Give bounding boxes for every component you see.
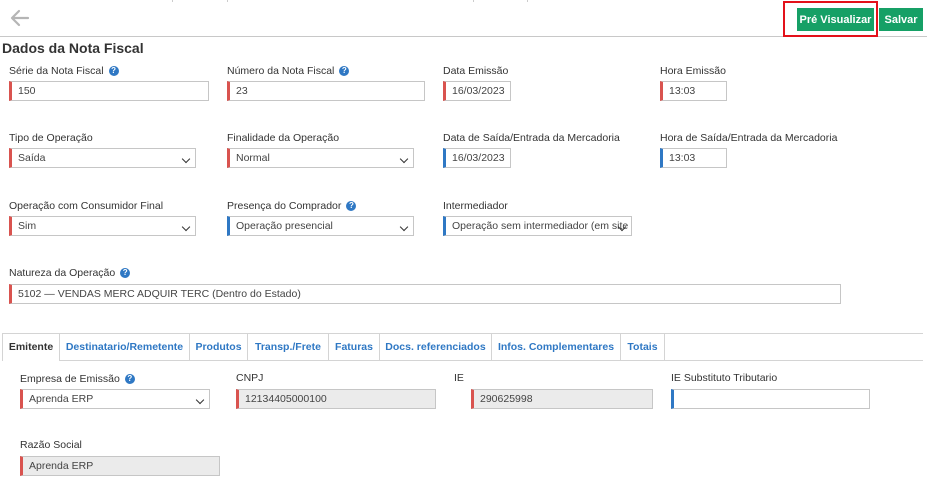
ie-input[interactable]: 290625998 — [471, 389, 653, 409]
chevron-down-icon — [399, 222, 409, 232]
chevron-down-icon — [399, 154, 409, 164]
empresa-label: Empresa de Emissão? — [20, 373, 135, 385]
save-button[interactable]: Salvar — [879, 8, 923, 31]
back-arrow-icon[interactable] — [8, 6, 32, 30]
tipo-operacao-select[interactable]: Saída — [9, 148, 196, 168]
chevron-down-icon — [195, 395, 205, 405]
numero-label: Número da Nota Fiscal? — [227, 65, 350, 77]
cnpj-label: CNPJ — [236, 372, 264, 384]
chevron-down-icon — [181, 154, 191, 164]
empresa-select[interactable]: Aprenda ERP — [20, 389, 210, 409]
ie-label: IE — [454, 372, 464, 384]
tipo-operacao-label: Tipo de Operação — [9, 132, 93, 144]
hora-saida-input[interactable]: 13:03 — [660, 148, 727, 168]
toolbar-divider — [172, 0, 173, 2]
help-icon[interactable]: ? — [339, 66, 350, 76]
finalidade-select[interactable]: Normal — [227, 148, 414, 168]
razao-social-input[interactable]: Aprenda ERP — [20, 456, 220, 476]
intermediador-select[interactable]: Operação sem intermediador (em site — [443, 216, 632, 236]
toolbar-divider — [473, 0, 474, 2]
serie-input[interactable]: 150 — [9, 81, 209, 101]
tab-docs-referenciados[interactable]: Docs. referenciados — [380, 334, 492, 360]
chevron-down-icon — [181, 222, 191, 232]
razao-social-label: Razão Social — [20, 439, 82, 451]
help-icon[interactable]: ? — [108, 66, 119, 76]
highlight-box — [783, 1, 878, 37]
tab-faturas[interactable]: Faturas — [329, 334, 380, 360]
consumidor-final-label: Operação com Consumidor Final — [9, 200, 164, 212]
hora-emissao-input[interactable]: 13:03 — [660, 81, 727, 101]
toolbar-divider — [527, 0, 528, 2]
page-title: Dados da Nota Fiscal — [2, 40, 144, 56]
tab-infos-complementares[interactable]: Infos. Complementares — [492, 334, 621, 360]
presenca-select[interactable]: Operação presencial — [227, 216, 414, 236]
help-icon[interactable]: ? — [346, 201, 357, 211]
toolbar-divider — [227, 0, 228, 2]
serie-label: Série da Nota Fiscal? — [9, 65, 119, 77]
hora-saida-label: Hora de Saída/Entrada da Mercadoria — [660, 132, 838, 144]
tab-totais[interactable]: Totais — [621, 334, 665, 360]
consumidor-final-select[interactable]: Sim — [9, 216, 196, 236]
ie-st-input[interactable] — [671, 389, 870, 409]
tab-destinatario[interactable]: Destinatario/Remetente — [60, 334, 190, 360]
tab-produtos[interactable]: Produtos — [190, 334, 248, 360]
help-icon[interactable]: ? — [120, 268, 131, 278]
help-icon[interactable]: ? — [124, 374, 135, 384]
finalidade-label: Finalidade da Operação — [227, 132, 340, 144]
numero-input[interactable]: 23 — [227, 81, 425, 101]
data-emissao-label: Data Emissão — [443, 65, 509, 77]
data-emissao-input[interactable]: 16/03/2023 — [443, 81, 511, 101]
ie-st-label: IE Substituto Tributario — [671, 372, 778, 384]
tab-transp-frete[interactable]: Transp./Frete — [248, 334, 329, 360]
data-saida-label: Data de Saída/Entrada da Mercadoria — [443, 132, 620, 144]
cnpj-input[interactable]: 12134405000100 — [236, 389, 436, 409]
natureza-input[interactable]: 5102 — VENDAS MERC ADQUIR TERC (Dentro d… — [9, 284, 841, 304]
tab-emitente[interactable]: Emitente — [2, 334, 60, 361]
intermediador-label: Intermediador — [443, 200, 508, 212]
tab-bar: Emitente Destinatario/Remetente Produtos… — [2, 333, 923, 361]
top-toolbar: Pré Visualizar Salvar — [0, 0, 927, 37]
natureza-label: Natureza da Operação? — [9, 267, 131, 279]
hora-emissao-label: Hora Emissão — [660, 65, 726, 77]
presenca-label: Presença do Comprador? — [227, 200, 357, 212]
data-saida-input[interactable]: 16/03/2023 — [443, 148, 511, 168]
